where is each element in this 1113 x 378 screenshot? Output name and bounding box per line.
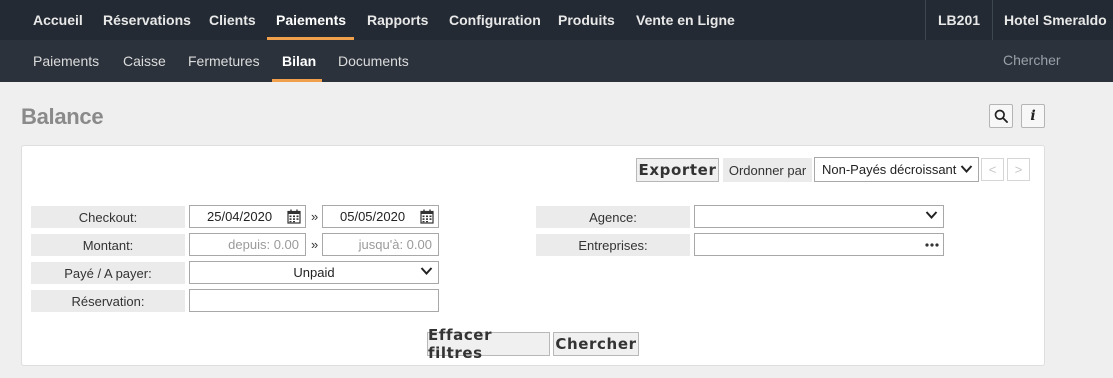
prev-page-button[interactable]: < bbox=[981, 158, 1004, 181]
range-separator: » bbox=[311, 237, 319, 252]
sub-navbar: Paiements Caisse Fermetures Bilan Docume… bbox=[0, 40, 1113, 82]
paye-value: Unpaid bbox=[293, 265, 335, 280]
top-navbar: Accueil Réservations Clients Paiements R… bbox=[0, 0, 1113, 40]
more-options-icon[interactable] bbox=[925, 243, 939, 247]
nav-paiements[interactable]: Paiements bbox=[276, 0, 346, 40]
subnav-bilan[interactable]: Bilan bbox=[282, 40, 316, 82]
next-page-button[interactable]: > bbox=[1007, 158, 1030, 181]
checkout-to-value: 05/05/2020 bbox=[340, 209, 406, 224]
montant-to-placeholder: jusqu'à: 0.00 bbox=[358, 237, 432, 252]
paye-select[interactable]: Unpaid bbox=[189, 261, 439, 284]
nav-clients[interactable]: Clients bbox=[209, 0, 256, 40]
montant-from-placeholder: depuis: 0.00 bbox=[228, 237, 299, 252]
nav-divider bbox=[925, 0, 926, 40]
search-button[interactable] bbox=[989, 104, 1013, 128]
clear-filters-button[interactable]: Effacer filtres bbox=[427, 326, 550, 362]
hotel-name[interactable]: Hotel Smeraldo bbox=[1004, 0, 1107, 40]
calendar-icon[interactable] bbox=[420, 209, 434, 224]
nav-produits[interactable]: Produits bbox=[558, 0, 615, 40]
order-by-select[interactable]: Non-Payés décroissant bbox=[814, 157, 979, 182]
subnav-paiements[interactable]: Paiements bbox=[33, 40, 99, 82]
entreprises-select[interactable] bbox=[694, 233, 944, 256]
nav-divider bbox=[992, 0, 993, 40]
checkout-label: Checkout: bbox=[31, 206, 185, 228]
filter-panel: Exporter Ordonner par Non-Payés décroiss… bbox=[21, 145, 1045, 366]
nav-configuration[interactable]: Configuration bbox=[449, 0, 541, 40]
nav-rapports[interactable]: Rapports bbox=[367, 0, 428, 40]
chevron-down-icon bbox=[960, 165, 973, 173]
agence-label: Agence: bbox=[536, 206, 690, 228]
entreprises-label: Entreprises: bbox=[536, 234, 690, 256]
montant-to-field[interactable]: jusqu'à: 0.00 bbox=[322, 233, 439, 256]
subnav-fermetures[interactable]: Fermetures bbox=[188, 40, 260, 82]
info-button[interactable]: i bbox=[1021, 104, 1045, 128]
hotel-code[interactable]: LB201 bbox=[938, 0, 980, 40]
active-subtab-indicator bbox=[272, 79, 322, 82]
search-icon bbox=[994, 109, 1008, 123]
order-by-value: Non-Payés décroissant bbox=[822, 162, 957, 177]
checkout-to-field[interactable]: 05/05/2020 bbox=[322, 205, 439, 228]
subnav-caisse[interactable]: Caisse bbox=[123, 40, 166, 82]
order-by-label: Ordonner par bbox=[723, 158, 812, 182]
subnav-documents[interactable]: Documents bbox=[338, 40, 409, 82]
range-separator: » bbox=[311, 209, 319, 224]
montant-from-field[interactable]: depuis: 0.00 bbox=[189, 233, 306, 256]
montant-label: Montant: bbox=[31, 234, 185, 256]
checkout-from-value: 25/04/2020 bbox=[207, 209, 273, 224]
chevron-down-icon bbox=[925, 211, 938, 219]
reservation-label: Réservation: bbox=[31, 290, 185, 312]
agence-select[interactable] bbox=[694, 205, 944, 228]
search-submit-button[interactable]: Chercher bbox=[553, 332, 639, 356]
nav-reservations[interactable]: Réservations bbox=[103, 0, 191, 40]
page-title: Balance bbox=[21, 104, 104, 129]
export-button[interactable]: Exporter bbox=[636, 158, 719, 182]
nav-vente-en-ligne[interactable]: Vente en Ligne bbox=[636, 0, 735, 40]
reservation-input[interactable] bbox=[189, 289, 439, 312]
chevron-down-icon bbox=[420, 267, 433, 275]
checkout-from-field[interactable]: 25/04/2020 bbox=[189, 205, 306, 228]
paye-label: Payé / A payer: bbox=[31, 262, 185, 284]
search-input[interactable]: Chercher bbox=[1003, 40, 1061, 80]
info-icon: i bbox=[1030, 108, 1036, 124]
calendar-icon[interactable] bbox=[287, 209, 301, 224]
nav-accueil[interactable]: Accueil bbox=[33, 0, 83, 40]
